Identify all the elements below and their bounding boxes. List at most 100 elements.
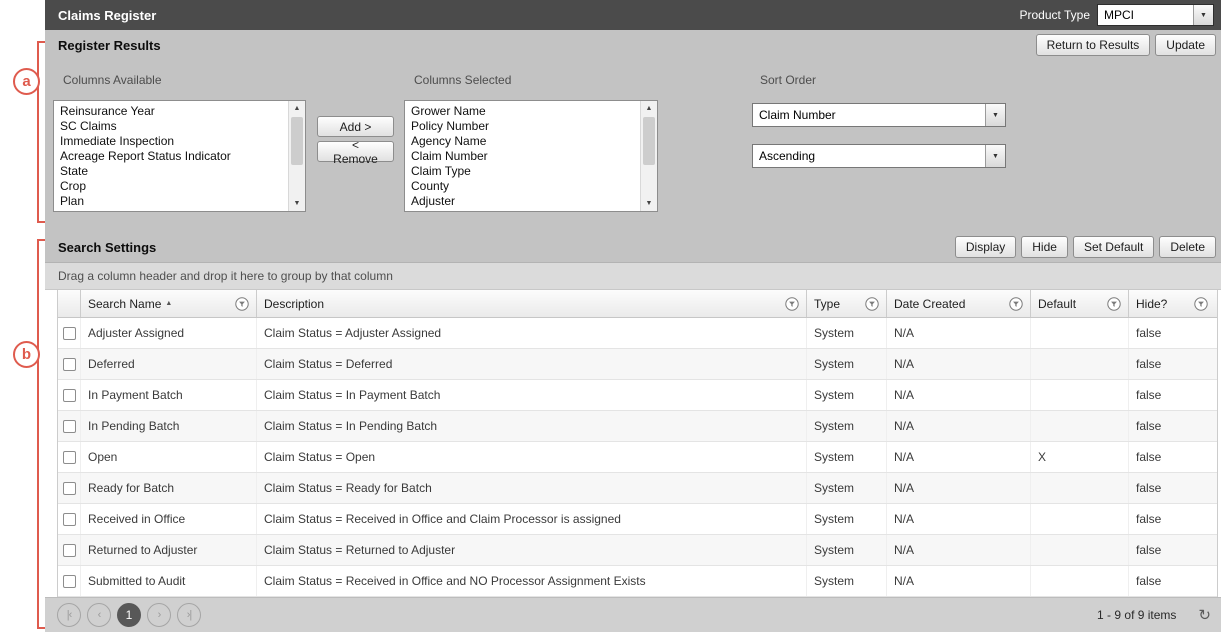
list-item[interactable]: Grower Name [411,104,640,119]
sort-direction-dropdown[interactable]: Ascending ▼ [752,144,1006,168]
cell-search-name: Open [81,442,257,472]
scrollbar[interactable]: ▲ ▼ [288,101,305,211]
next-page-button[interactable]: › [147,603,171,627]
row-checkbox[interactable] [63,482,76,495]
cell-default [1031,535,1129,565]
group-by-dropzone[interactable]: Drag a column header and drop it here to… [45,262,1221,290]
list-item[interactable]: Policy Number [411,119,640,134]
current-page-button[interactable]: 1 [117,603,141,627]
filter-icon[interactable] [1009,297,1023,311]
column-header-default[interactable]: Default [1031,290,1129,317]
column-header-date-created[interactable]: Date Created [887,290,1031,317]
list-item[interactable]: Immediate Inspection [60,134,288,149]
cell-date-created: N/A [887,318,1031,348]
return-to-results-button[interactable]: Return to Results [1036,34,1151,56]
annotation-b-label: b [22,346,31,363]
sort-order-label: Sort Order [760,73,816,87]
filter-icon[interactable] [1194,297,1208,311]
last-page-button[interactable]: ›| [177,603,201,627]
sort-field-value: Claim Number [753,104,985,126]
table-row[interactable]: Ready for Batch Claim Status = Ready for… [58,473,1217,504]
filter-icon[interactable] [235,297,249,311]
list-item[interactable]: Claim Number [411,149,640,164]
cell-default [1031,318,1129,348]
first-page-button[interactable]: |‹ [57,603,81,627]
columns-selected-listbox[interactable]: Grower Name Policy Number Agency Name Cl… [404,100,658,212]
row-checkbox[interactable] [63,420,76,433]
list-item[interactable]: County [411,179,640,194]
remove-column-button[interactable]: < Remove [317,141,394,162]
row-checkbox[interactable] [63,389,76,402]
list-item[interactable]: Reinsurance Year [60,104,288,119]
table-row[interactable]: Returned to Adjuster Claim Status = Retu… [58,535,1217,566]
list-item[interactable]: Adjuster [411,194,640,209]
cell-search-name: Ready for Batch [81,473,257,503]
list-item[interactable]: SC Claims [60,119,288,134]
previous-page-button[interactable]: ‹ [87,603,111,627]
cell-type: System [807,380,887,410]
chevron-down-icon[interactable]: ▼ [985,104,1005,126]
list-item[interactable]: Crop [60,179,288,194]
table-row[interactable]: In Pending Batch Claim Status = In Pendi… [58,411,1217,442]
column-label: Date Created [894,297,965,311]
delete-button[interactable]: Delete [1159,236,1216,258]
list-item[interactable]: Agency Name [411,134,640,149]
row-checkbox[interactable] [63,513,76,526]
columns-available-listbox[interactable]: Reinsurance Year SC Claims Immediate Ins… [53,100,306,212]
set-default-button[interactable]: Set Default [1073,236,1154,258]
table-row[interactable]: Adjuster Assigned Claim Status = Adjuste… [58,318,1217,349]
scroll-up-icon[interactable]: ▲ [641,101,657,116]
row-checkbox[interactable] [63,451,76,464]
filter-icon[interactable] [1107,297,1121,311]
chevron-down-icon[interactable]: ▼ [985,145,1005,167]
checkbox-cell [58,566,81,596]
claims-register-window: Claims Register Product Type MPCI ▼ Regi… [45,0,1221,632]
cell-date-created: N/A [887,411,1031,441]
row-checkbox[interactable] [63,327,76,340]
column-header-search-name[interactable]: Search Name ▲ [81,290,257,317]
cell-hide: false [1129,349,1215,379]
column-label: Description [264,297,324,311]
sort-field-dropdown[interactable]: Claim Number ▼ [752,103,1006,127]
row-checkbox[interactable] [63,544,76,557]
column-header-type[interactable]: Type [807,290,887,317]
annotation-a-label: a [22,73,30,90]
cell-hide: false [1129,380,1215,410]
product-type-label: Product Type [1020,8,1091,22]
register-results-title: Register Results [58,38,161,53]
scrollbar-thumb[interactable] [643,117,655,165]
scroll-down-icon[interactable]: ▼ [289,196,305,211]
row-checkbox[interactable] [63,358,76,371]
table-row[interactable]: In Payment Batch Claim Status = In Payme… [58,380,1217,411]
add-column-button[interactable]: Add > [317,116,394,137]
checkbox-cell [58,349,81,379]
scrollbar-thumb[interactable] [291,117,303,165]
cell-description: Claim Status = Ready for Batch [257,473,807,503]
filter-icon[interactable] [785,297,799,311]
display-button[interactable]: Display [955,236,1016,258]
product-type-dropdown[interactable]: MPCI ▼ [1097,4,1214,26]
cell-type: System [807,411,887,441]
table-row[interactable]: Received in Office Claim Status = Receiv… [58,504,1217,535]
scroll-down-icon[interactable]: ▼ [641,196,657,211]
column-header-hide[interactable]: Hide? [1129,290,1215,317]
list-item[interactable]: State [60,164,288,179]
table-row[interactable]: Open Claim Status = Open System N/A X fa… [58,442,1217,473]
list-item[interactable]: Claim Type [411,164,640,179]
scrollbar[interactable]: ▲ ▼ [640,101,657,211]
hide-button[interactable]: Hide [1021,236,1068,258]
table-row[interactable]: Deferred Claim Status = Deferred System … [58,349,1217,380]
list-item[interactable]: Acreage Report Status Indicator [60,149,288,164]
column-header-description[interactable]: Description [257,290,807,317]
table-row[interactable]: Submitted to Audit Claim Status = Receiv… [58,566,1217,597]
scroll-up-icon[interactable]: ▲ [289,101,305,116]
list-item[interactable]: Plan [60,194,288,209]
refresh-icon[interactable]: ↻ [1198,606,1211,624]
row-checkbox[interactable] [63,575,76,588]
cell-search-name: Adjuster Assigned [81,318,257,348]
filter-icon[interactable] [865,297,879,311]
cell-hide: false [1129,504,1215,534]
chevron-down-icon[interactable]: ▼ [1193,5,1213,25]
update-button[interactable]: Update [1155,34,1216,56]
columns-available-label: Columns Available [63,73,162,87]
